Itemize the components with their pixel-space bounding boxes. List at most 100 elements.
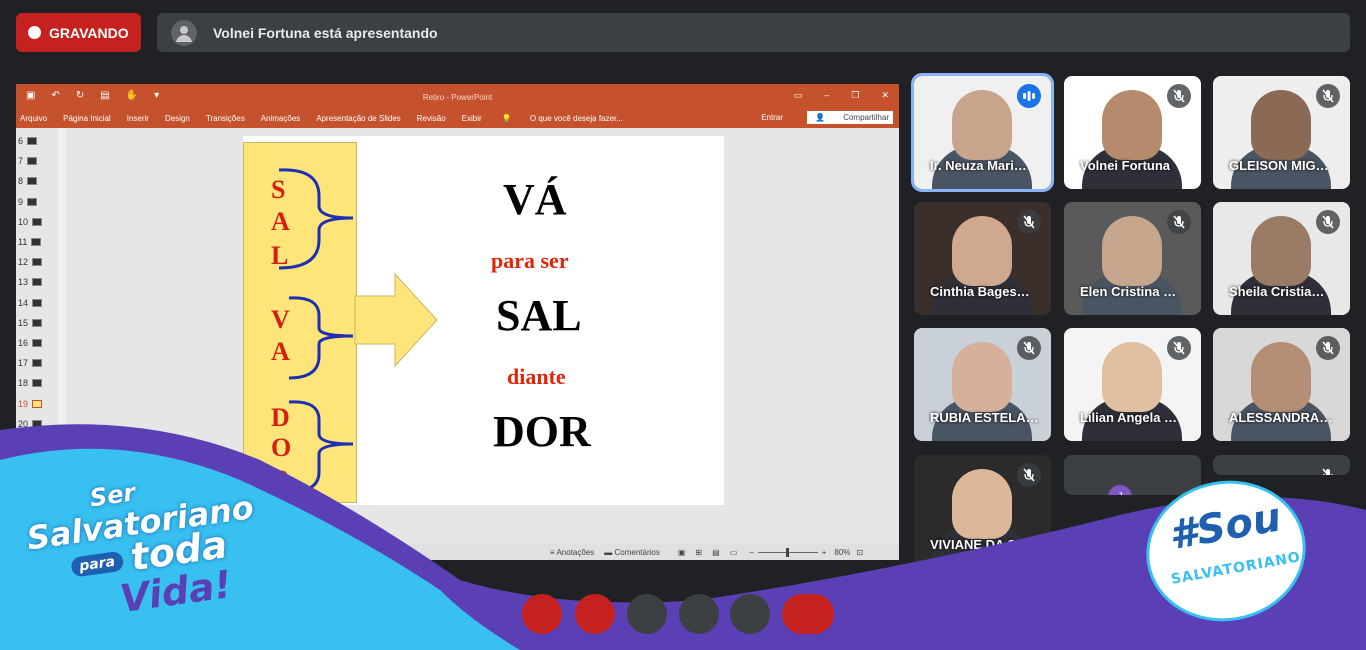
participant-tile[interactable]: Elen Cristina …	[1064, 202, 1201, 315]
slide-number: 19	[18, 398, 29, 409]
participant-face	[1251, 342, 1311, 412]
tell-me-box[interactable]: 💡 O que você deseja fazer...	[498, 114, 623, 123]
thumbnail-image	[32, 379, 43, 388]
word-sal: SAL	[496, 291, 582, 340]
share-button[interactable]: 👤 Compartilhar	[807, 111, 893, 124]
slide-number: 9	[18, 196, 24, 207]
close-icon[interactable]: ✕	[881, 90, 889, 101]
thumbnail-image	[31, 238, 42, 246]
ppt-titlebar: ▣ ↶ ↻ ▤ ✋ ▾ Retiro - PowerPoint ▭ – ❐ ✕	[16, 84, 899, 109]
participant-tile[interactable]: Ir. Neuza Mari…	[911, 73, 1054, 192]
participant-face	[1102, 90, 1162, 160]
user-icon	[176, 25, 192, 42]
recording-indicator[interactable]: GRAVANDO	[16, 13, 141, 52]
share-label: Compartilhar	[843, 113, 889, 122]
control-camera-button[interactable]	[575, 594, 615, 634]
thumbnail-image	[32, 278, 43, 287]
sign-in-link[interactable]: Entrar	[761, 113, 783, 122]
thumbnail-image	[32, 217, 43, 226]
ribbon-options-icon[interactable]: ▭	[794, 90, 803, 101]
thumbnail-image	[32, 399, 43, 408]
speaking-indicator-icon	[1017, 84, 1041, 108]
participant-face	[952, 90, 1012, 160]
slide-thumbnail[interactable]: 13	[18, 275, 58, 289]
slide-thumbnail[interactable]: 9	[18, 195, 58, 209]
thumbnail-image	[27, 197, 38, 206]
participant-name: Sheila Cristia…	[1229, 284, 1325, 299]
slide-thumbnail[interactable]: 6	[18, 134, 58, 148]
tab-revisao[interactable]: Revisão	[417, 114, 446, 123]
slide-thumbnail[interactable]: 12	[18, 255, 58, 269]
share-person-icon: 👤	[815, 113, 825, 122]
slide-thumbnail[interactable]: 8	[18, 174, 58, 188]
maximize-icon[interactable]: ❐	[851, 90, 859, 101]
slide-thumbnail[interactable]: 17	[18, 356, 58, 370]
control-present-button[interactable]	[679, 594, 719, 634]
participant-tile[interactable]: Volnei Fortuna	[1064, 76, 1201, 189]
participant-name: Elen Cristina …	[1080, 284, 1177, 299]
participant-tile[interactable]: Cinthia Bages…	[914, 202, 1051, 315]
participant-tile[interactable]: Sheila Cristia…	[1213, 202, 1350, 315]
thumbnail-image	[27, 137, 38, 145]
participant-name: Cinthia Bages…	[930, 284, 1030, 299]
tab-transicoes[interactable]: Transições	[206, 114, 245, 123]
mic-off-icon	[1316, 84, 1340, 108]
slide-thumbnail[interactable]: 11	[18, 235, 58, 249]
presenter-bar: Volnei Fortuna está apresentando	[157, 13, 1350, 52]
lightbulb-icon: 💡	[501, 114, 512, 123]
slide-number: 10	[18, 216, 29, 227]
slide-thumbnail[interactable]: 15	[18, 316, 58, 330]
window-controls: ▭ – ❐ ✕	[794, 90, 889, 101]
tab-design[interactable]: Design	[165, 114, 190, 123]
word-va: VÁ	[503, 175, 567, 224]
mic-off-icon	[1017, 210, 1041, 234]
thumbnail-image	[32, 359, 43, 368]
tab-inserir[interactable]: Inserir	[127, 114, 149, 123]
recording-label: GRAVANDO	[49, 24, 129, 41]
participant-tile[interactable]: GLEISON MIG…	[1213, 76, 1350, 189]
control-leave-button[interactable]	[782, 594, 834, 634]
slide-number: 14	[18, 297, 29, 308]
slide-thumbnail[interactable]: 16	[18, 336, 58, 350]
slide-thumbnail[interactable]: 7	[18, 154, 58, 168]
tab-pagina-inicial[interactable]: Página Inicial	[63, 114, 111, 123]
slide-number: 16	[18, 338, 29, 348]
slide-number: 15	[18, 317, 29, 328]
presenter-avatar	[171, 19, 197, 46]
tab-apresentacao[interactable]: Apresentação de Slides	[316, 114, 401, 123]
participant-face	[1102, 342, 1162, 412]
slide-number: 7	[18, 156, 24, 167]
record-dot-icon	[28, 26, 41, 39]
mic-off-icon	[1167, 84, 1191, 108]
thumbnail-image	[27, 177, 38, 186]
control-more-button[interactable]	[730, 594, 770, 634]
slide-number: 6	[18, 136, 24, 146]
window-title: Retiro - PowerPoint	[422, 93, 493, 102]
slide-thumbnail[interactable]: 10	[18, 215, 58, 229]
slide-thumbnail[interactable]: 14	[18, 296, 58, 310]
brace-sal	[278, 168, 354, 270]
participant-face	[1102, 216, 1162, 286]
tell-me-text: O que você deseja fazer...	[529, 114, 623, 123]
mic-off-icon	[1167, 336, 1191, 360]
slide-number: 8	[18, 176, 24, 187]
phrase-para-ser: para ser	[491, 248, 569, 273]
participant-name: Ir. Neuza Mari…	[930, 158, 1027, 173]
arrow-right-shape	[354, 272, 438, 368]
brace-va	[288, 296, 354, 380]
participant-face	[952, 216, 1012, 286]
participant-face	[1251, 216, 1311, 286]
slide-thumbnail[interactable]: 18	[18, 376, 58, 390]
phrase-diante: diante	[507, 364, 566, 389]
control-captions-button[interactable]	[627, 594, 667, 634]
thumbnail-image	[32, 258, 43, 267]
tab-arquivo[interactable]: Arquivo	[20, 114, 47, 123]
slide-thumbnail[interactable]: 19	[18, 397, 58, 411]
minimize-icon[interactable]: –	[824, 90, 829, 101]
mic-off-icon	[1017, 336, 1041, 360]
tab-exibir[interactable]: Exibir	[462, 114, 482, 123]
thumbnail-image	[27, 157, 38, 166]
slide-number: 18	[18, 378, 29, 389]
control-mic-button[interactable]	[522, 594, 562, 634]
tab-animacoes[interactable]: Animações	[261, 114, 301, 123]
